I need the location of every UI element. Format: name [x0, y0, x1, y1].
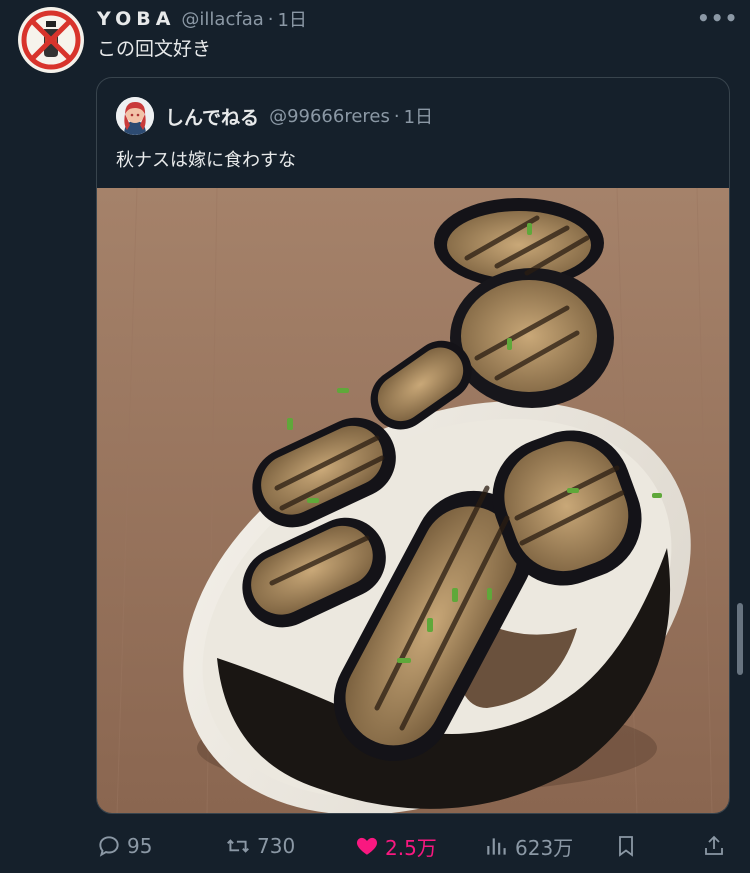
- quote-author-handle[interactable]: @99666reres: [269, 106, 390, 127]
- author-name[interactable]: YOBA: [97, 8, 175, 30]
- views-icon: [487, 838, 506, 855]
- reply-button[interactable]: 95: [96, 826, 152, 866]
- tweet-text: この回文好き: [97, 38, 212, 60]
- quote-text: 秋ナスは嫁に食わすな: [116, 150, 296, 171]
- quote-author-avatar[interactable]: [116, 97, 154, 135]
- views-button[interactable]: 623万: [484, 826, 573, 866]
- reply-icon: [99, 836, 119, 857]
- quote-tweet-card[interactable]: しんでねる @99666reres · 1日 秋ナスは嫁に食わすな: [96, 77, 730, 814]
- more-horizontal-icon[interactable]: •••: [697, 6, 738, 30]
- tweet-time[interactable]: 1日: [277, 6, 306, 32]
- share-button[interactable]: [702, 826, 726, 866]
- retweet-icon: [227, 839, 249, 853]
- separator-dot: ·: [267, 8, 274, 30]
- author-avatar[interactable]: [18, 7, 84, 73]
- author-handle[interactable]: @illacfaa: [181, 9, 263, 30]
- tweet-header: YOBA @illacfaa · 1日: [97, 6, 307, 32]
- scrollbar-thumb[interactable]: [737, 603, 743, 675]
- quote-separator-dot: ·: [393, 105, 400, 127]
- quote-author-name[interactable]: しんでねる: [165, 103, 259, 130]
- reply-count: 95: [127, 834, 153, 858]
- quote-header: しんでねる @99666reres · 1日: [165, 103, 433, 129]
- bookmark-button[interactable]: [614, 826, 638, 866]
- retweet-count: 730: [257, 834, 296, 858]
- action-bar: 95 730 2.5万 623万: [0, 826, 750, 866]
- like-icon: [356, 837, 378, 855]
- like-count: 2.5万: [385, 835, 437, 860]
- bookmark-icon: [619, 836, 633, 857]
- view-count: 623万: [515, 835, 574, 860]
- like-button[interactable]: 2.5万: [354, 826, 437, 866]
- quote-time[interactable]: 1日: [404, 103, 433, 129]
- share-icon: [705, 835, 723, 855]
- quote-photo[interactable]: [97, 187, 729, 813]
- retweet-button[interactable]: 730: [224, 826, 295, 866]
